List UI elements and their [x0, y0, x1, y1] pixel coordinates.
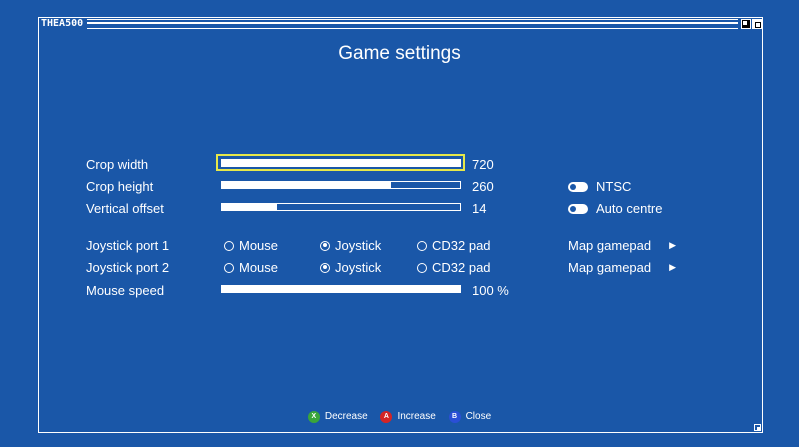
radio-label: Mouse	[239, 260, 279, 275]
radio-label: CD32 pad	[432, 260, 491, 275]
radio-label: CD32 pad	[432, 238, 491, 253]
decrease-hint[interactable]: X Decrease	[307, 410, 368, 423]
joystick-port-1-label: Joystick port 1	[86, 238, 170, 253]
main-window: THEA500	[38, 17, 763, 433]
b-button-icon: B	[448, 410, 461, 423]
crop-width-slider[interactable]	[221, 159, 461, 167]
mouse-speed-label: Mouse speed	[86, 283, 165, 298]
hint-label: Close	[465, 411, 492, 422]
crop-height-label: Crop height	[86, 179, 154, 194]
a-button-icon: A	[380, 410, 393, 423]
vertical-offset-slider[interactable]	[221, 203, 461, 211]
port2-map-gamepad-button[interactable]: Map gamepad ▶	[568, 260, 676, 275]
radio-label: Mouse	[239, 238, 279, 253]
joystick-port-2-label: Joystick port 2	[86, 260, 170, 275]
port2-cd32-radio[interactable]: CD32 pad	[417, 260, 491, 275]
arrow-right-icon: ▶	[669, 262, 677, 272]
increase-hint[interactable]: A Increase	[380, 410, 436, 423]
close-hint[interactable]: B Close	[448, 410, 492, 423]
crop-height-value: 260	[472, 179, 494, 194]
port1-map-gamepad-button[interactable]: Map gamepad ▶	[568, 238, 676, 253]
window-title: THEA500	[39, 18, 86, 30]
page-title: Game settings	[338, 43, 461, 64]
toggle-switch-icon	[568, 203, 588, 214]
title-bar-stripes	[87, 19, 738, 29]
resize-gadget-icon[interactable]	[754, 424, 761, 431]
vertical-offset-label: Vertical offset	[86, 201, 164, 216]
crop-height-slider[interactable]	[221, 181, 461, 189]
hint-label: Increase	[397, 411, 436, 422]
map-gamepad-label: Map gamepad	[568, 260, 652, 275]
port1-joystick-radio[interactable]: Joystick	[320, 238, 381, 253]
port2-mouse-radio[interactable]: Mouse	[224, 260, 278, 275]
mouse-speed-slider[interactable]	[221, 285, 461, 293]
toggle-switch-icon	[568, 181, 588, 192]
depth-gadget-icon[interactable]	[741, 19, 751, 29]
hint-label: Decrease	[324, 411, 368, 422]
map-gamepad-label: Map gamepad	[568, 238, 652, 253]
mouse-speed-value: 100 %	[472, 283, 509, 298]
radio-selected-icon	[320, 262, 330, 273]
port2-joystick-radio[interactable]: Joystick	[320, 260, 381, 275]
radio-icon	[417, 240, 427, 251]
radio-icon	[224, 262, 234, 273]
x-button-icon: X	[307, 410, 320, 423]
radio-icon	[224, 240, 234, 251]
zoom-gadget-icon[interactable]	[752, 19, 762, 29]
port1-cd32-radio[interactable]: CD32 pad	[417, 238, 491, 253]
radio-label: Joystick	[335, 238, 382, 253]
arrow-right-icon: ▶	[669, 240, 677, 250]
vertical-offset-value: 14	[472, 201, 487, 216]
ntsc-toggle[interactable]: NTSC	[568, 179, 631, 194]
radio-label: Joystick	[335, 260, 382, 275]
ntsc-label: NTSC	[596, 179, 632, 194]
auto-centre-toggle[interactable]: Auto centre	[568, 201, 663, 216]
port1-mouse-radio[interactable]: Mouse	[224, 238, 278, 253]
radio-icon	[417, 262, 427, 273]
crop-width-label: Crop width	[86, 157, 149, 172]
radio-selected-icon	[320, 240, 330, 251]
crop-width-value: 720	[472, 157, 494, 172]
auto-centre-label: Auto centre	[596, 201, 663, 216]
button-hints: X Decrease A Increase B Close	[0, 410, 799, 423]
title-bar[interactable]: THEA500	[39, 18, 762, 30]
